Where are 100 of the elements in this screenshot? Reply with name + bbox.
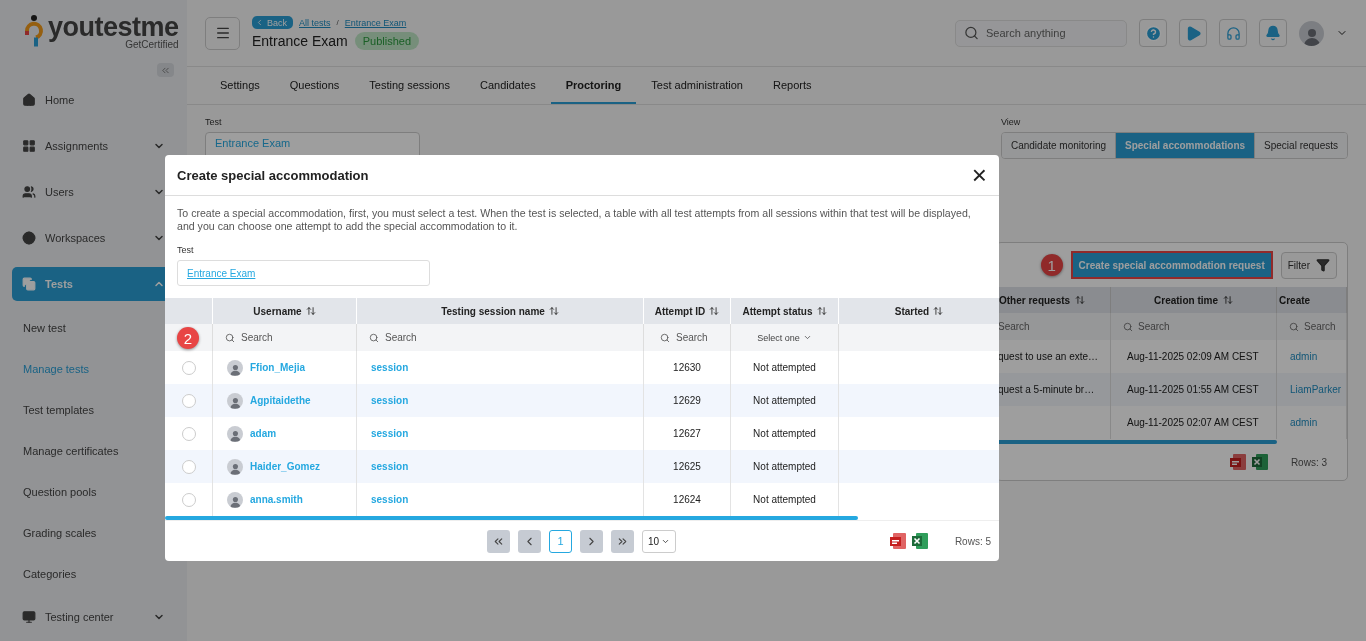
status-badge: Published bbox=[354, 32, 420, 50]
first-page-button[interactable] bbox=[487, 529, 510, 553]
test-field[interactable]: Entrance Exam bbox=[177, 260, 430, 286]
table-cell: Not attempted bbox=[753, 428, 816, 439]
search-field[interactable]: Search bbox=[367, 328, 447, 347]
table-cell: 12630 bbox=[673, 362, 701, 373]
session-link[interactable]: session bbox=[371, 428, 409, 439]
tab[interactable]: Proctoring bbox=[550, 67, 637, 104]
radio-button[interactable] bbox=[181, 459, 196, 474]
filter-button[interactable]: Filter bbox=[1280, 251, 1337, 279]
tab[interactable]: Testing sessions bbox=[354, 67, 465, 104]
previous-page-button[interactable] bbox=[518, 529, 541, 553]
pdf-export-icon[interactable] bbox=[888, 532, 907, 550]
excel-export-icon[interactable] bbox=[910, 532, 929, 550]
table-cell: Aug-11-2025 02:09 AM CEST bbox=[1127, 351, 1259, 362]
filter-cell[interactable]: Search bbox=[212, 324, 356, 351]
close-button[interactable]: × bbox=[971, 165, 987, 185]
user-link[interactable]: admin bbox=[1290, 351, 1318, 362]
page-size-select[interactable]: 10 bbox=[642, 529, 676, 553]
radio-button[interactable] bbox=[181, 360, 196, 375]
home-icon bbox=[22, 93, 36, 107]
column-header: Started bbox=[894, 305, 930, 317]
radio-button[interactable] bbox=[181, 393, 196, 408]
radio-button[interactable] bbox=[181, 492, 196, 507]
tab[interactable]: Reports bbox=[758, 67, 827, 104]
search-field[interactable]: Search bbox=[658, 328, 716, 347]
logo-name: youtestme bbox=[48, 13, 179, 40]
username-link[interactable]: Agpitaidethe bbox=[250, 395, 311, 406]
next-page-button[interactable] bbox=[580, 529, 603, 553]
username-link[interactable]: adam bbox=[250, 428, 277, 439]
session-link[interactable]: session bbox=[371, 395, 409, 406]
last-page-button[interactable] bbox=[611, 529, 634, 553]
sort-icon[interactable] bbox=[305, 306, 316, 316]
avatar bbox=[227, 425, 243, 442]
search-placeholder[interactable]: Search bbox=[1138, 321, 1170, 332]
test-link[interactable]: Entrance Exam bbox=[187, 267, 256, 279]
scrollbar[interactable] bbox=[165, 516, 858, 520]
column-header: Other requests bbox=[999, 294, 1071, 306]
avatar bbox=[227, 359, 243, 376]
sidebar-item[interactable]: Users bbox=[0, 169, 175, 215]
user-link[interactable]: admin bbox=[1290, 417, 1318, 428]
username-link[interactable]: Haider_Gomez bbox=[250, 461, 321, 472]
menu-icon bbox=[214, 25, 231, 41]
sort-icon[interactable] bbox=[1222, 295, 1233, 305]
help-button[interactable] bbox=[1139, 19, 1167, 47]
pdf-export-icon[interactable] bbox=[1228, 453, 1247, 471]
search-placeholder[interactable]: Search bbox=[1304, 321, 1336, 332]
support-button[interactable] bbox=[1219, 19, 1247, 47]
username-link[interactable]: Ffion_Mejia bbox=[250, 362, 305, 373]
breadcrumb-link[interactable]: Entrance Exam bbox=[344, 17, 407, 28]
tab[interactable]: Test administration bbox=[636, 67, 758, 104]
tab[interactable]: Candidates bbox=[465, 67, 551, 104]
monitor-icon bbox=[22, 610, 36, 624]
page-button[interactable]: 1 bbox=[549, 529, 572, 553]
sidebar-item[interactable]: Home bbox=[0, 77, 175, 123]
breadcrumb-link[interactable]: All tests bbox=[299, 17, 331, 28]
username-link[interactable]: anna.smith bbox=[250, 494, 303, 505]
excel-export-icon[interactable] bbox=[1250, 453, 1269, 471]
status-select[interactable]: Select one bbox=[757, 332, 812, 343]
table-cell: Not attempted bbox=[753, 362, 816, 373]
rows-count: Rows: 3 bbox=[1290, 456, 1327, 468]
table-cell: Aug-11-2025 01:55 AM CEST bbox=[1127, 384, 1259, 395]
session-link[interactable]: session bbox=[371, 362, 409, 373]
field-label: Test bbox=[205, 117, 223, 127]
sidebar-item[interactable]: Testing center bbox=[0, 594, 175, 640]
table-cell: Not attempted bbox=[753, 395, 816, 406]
sort-icon[interactable] bbox=[1075, 295, 1086, 305]
session-link[interactable]: session bbox=[371, 461, 409, 472]
sort-icon[interactable] bbox=[709, 306, 720, 316]
back-button[interactable]: Back bbox=[252, 16, 293, 29]
filter-cell[interactable]: Select one bbox=[730, 324, 838, 351]
table-cell: 12629 bbox=[673, 395, 701, 406]
view-option[interactable]: Special requests bbox=[1254, 133, 1347, 158]
sort-icon[interactable] bbox=[933, 306, 944, 316]
notifications-button[interactable] bbox=[1259, 19, 1287, 47]
filter-cell[interactable]: Search bbox=[356, 324, 643, 351]
table-cell: 12627 bbox=[673, 428, 701, 439]
filter-cell[interactable]: Search bbox=[643, 324, 730, 351]
sort-icon[interactable] bbox=[548, 306, 559, 316]
table-cell: Not attempted bbox=[753, 494, 816, 505]
search-placeholder[interactable]: Search bbox=[998, 321, 1030, 332]
help-icon bbox=[1144, 24, 1162, 42]
sidebar-item[interactable]: Assignments bbox=[0, 123, 175, 169]
session-link[interactable]: session bbox=[371, 494, 409, 505]
scrollbar[interactable] bbox=[997, 440, 1277, 444]
sort-icon[interactable] bbox=[816, 306, 827, 316]
grid-icon bbox=[22, 139, 36, 153]
user-avatar[interactable] bbox=[1299, 20, 1324, 46]
radio-button[interactable] bbox=[181, 426, 196, 441]
step-badge: 1 bbox=[1040, 254, 1063, 276]
sidebar-item[interactable]: Workspaces bbox=[0, 215, 175, 261]
view-option[interactable]: Special accommodations bbox=[1115, 133, 1255, 158]
play-button[interactable] bbox=[1179, 19, 1207, 47]
search-field[interactable]: Search anything bbox=[955, 19, 1127, 47]
rows-count: Rows: 5 bbox=[954, 535, 991, 547]
create-request-button[interactable]: Create special accommodation request bbox=[1070, 251, 1273, 279]
search-field[interactable]: Search bbox=[223, 328, 303, 347]
tab[interactable]: Questions bbox=[274, 67, 355, 104]
menu-button[interactable] bbox=[205, 16, 240, 50]
tab[interactable]: Settings bbox=[205, 67, 275, 104]
